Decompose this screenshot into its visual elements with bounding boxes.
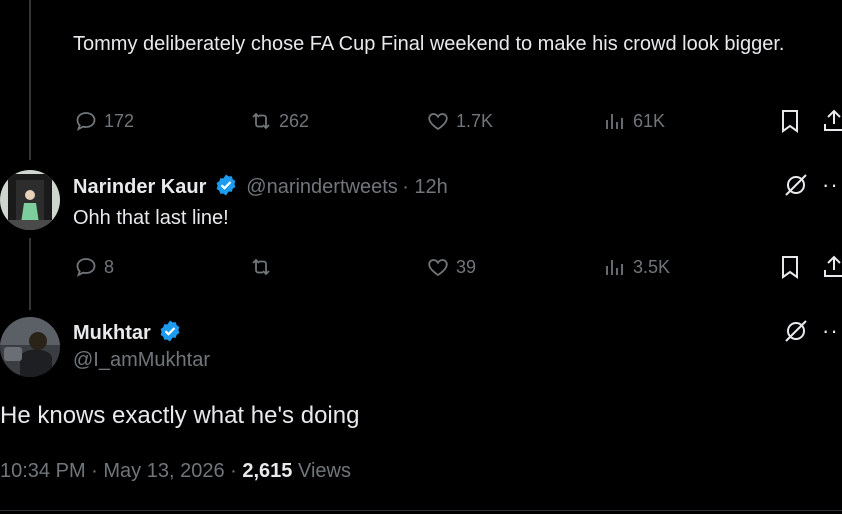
retweet-icon xyxy=(252,112,270,130)
author-handle[interactable]: @narindertweets xyxy=(246,176,397,198)
bookmark-icon xyxy=(782,110,798,133)
views-icon xyxy=(606,260,623,275)
reply-icon xyxy=(76,112,96,131)
views-count: 61K xyxy=(633,110,666,131)
heart-icon xyxy=(428,113,448,131)
tweet-meta: 10:34 PM · May 13, 2026 · 2,615 Views xyxy=(0,460,351,483)
reply-count: 8 xyxy=(104,256,115,277)
share-button[interactable] xyxy=(822,254,842,285)
like-button[interactable]: 39 xyxy=(426,255,476,279)
views-icon xyxy=(606,114,623,129)
more-options-button[interactable]: ·· xyxy=(822,318,839,344)
bookmark-icon xyxy=(782,256,798,279)
grok-button[interactable] xyxy=(783,172,809,203)
reply-button[interactable]: 172 xyxy=(74,109,134,133)
grok-icon xyxy=(785,174,807,196)
thread-line-middle xyxy=(29,238,31,310)
tweet-3-header: Mukhtar xyxy=(73,319,182,345)
bookmark-button[interactable] xyxy=(778,108,802,139)
heart-icon xyxy=(428,259,448,277)
views-label: Views xyxy=(297,460,351,482)
tweet-time[interactable]: · 12h xyxy=(402,176,448,198)
tweet-1-text: Tommy deliberately chose FA Cup Final we… xyxy=(73,33,785,55)
reply-button[interactable]: 8 xyxy=(74,255,114,279)
grok-icon xyxy=(785,320,807,342)
views-total: 2,615 xyxy=(242,460,293,482)
author-name[interactable]: Mukhtar xyxy=(73,322,151,344)
verified-badge-icon xyxy=(216,174,236,196)
views-count: 3.5K xyxy=(633,256,671,277)
share-icon xyxy=(824,255,842,277)
verified-badge-icon xyxy=(160,320,180,342)
views-button[interactable]: 3.5K xyxy=(603,255,670,279)
avatar-narinder[interactable] xyxy=(0,170,60,230)
tweet-3-text: He knows exactly what he's doing xyxy=(0,402,360,429)
thread-line-top xyxy=(29,0,31,160)
author-handle[interactable]: @I_amMukhtar xyxy=(73,349,210,372)
like-button[interactable]: 1.7K xyxy=(426,109,493,133)
tweet-2-header: Narinder Kaur @narindertweets · 12h xyxy=(73,173,448,199)
views-button[interactable]: 61K xyxy=(603,109,665,133)
grok-button[interactable] xyxy=(783,318,809,349)
author-name[interactable]: Narinder Kaur xyxy=(73,176,206,198)
reply-count: 172 xyxy=(104,110,135,131)
tweet-2-text: Ohh that last line! xyxy=(73,207,229,229)
like-count: 39 xyxy=(456,256,477,277)
timestamp[interactable]: 10:34 PM · May 13, 2026 · xyxy=(0,460,237,482)
share-icon xyxy=(824,109,842,131)
avatar-mukhtar[interactable] xyxy=(0,317,60,377)
more-options-button[interactable]: ·· xyxy=(822,172,839,198)
bookmark-button[interactable] xyxy=(778,254,802,285)
reply-icon xyxy=(76,258,96,277)
divider xyxy=(0,510,842,511)
share-button[interactable] xyxy=(822,108,842,139)
like-count: 1.7K xyxy=(456,110,494,131)
retweet-button[interactable] xyxy=(249,255,279,279)
retweet-count: 262 xyxy=(279,110,310,131)
retweet-icon xyxy=(252,258,270,276)
retweet-button[interactable]: 262 xyxy=(249,109,309,133)
